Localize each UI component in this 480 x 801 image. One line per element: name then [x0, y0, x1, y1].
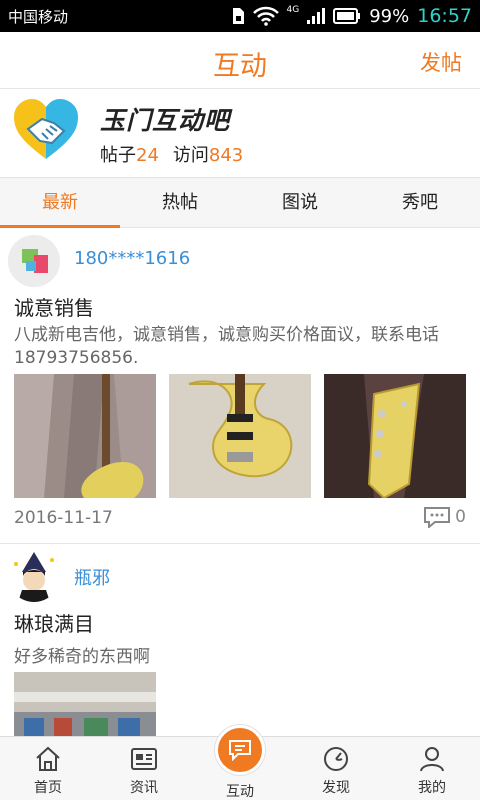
user-avatar[interactable]: [8, 550, 60, 602]
tab-show[interactable]: 秀吧: [360, 178, 480, 227]
username[interactable]: 180****1616: [74, 248, 190, 269]
status-bar: 中国移动 4G 99% 16:57: [0, 0, 480, 32]
sim-icon: [232, 8, 244, 24]
posts-count: 24: [136, 145, 159, 166]
post-image[interactable]: [14, 672, 156, 736]
avatar-logo-icon: [8, 235, 60, 287]
visits-label: 访问: [172, 145, 209, 166]
forum-header[interactable]: 玉门互动吧 帖子24 访问843: [0, 89, 480, 177]
posts-label: 帖子: [100, 145, 136, 166]
post-title[interactable]: 诚意销售: [14, 292, 94, 321]
battery-icon: [333, 8, 361, 24]
post-image[interactable]: [14, 374, 156, 498]
post-body[interactable]: 八成新电吉他，诚意销售，诚意购买价格面议，联系电话18793756856.: [14, 324, 470, 370]
bottom-nav: 首页 资讯 互动 发现 我的: [0, 725, 480, 800]
carrier-name: 中国移动: [8, 7, 69, 26]
post-image[interactable]: [324, 374, 466, 498]
battery-level: 99%: [369, 5, 410, 27]
chat-icon: [229, 740, 251, 761]
post-date: 2016-11-17: [14, 508, 113, 528]
post-title[interactable]: 琳琅满目: [14, 608, 94, 637]
user-icon: [420, 747, 444, 772]
post-item[interactable]: 180****1616 诚意销售 八成新电吉他，诚意销售，诚意购买价格面议，联系…: [0, 228, 480, 544]
network-type: 4G: [286, 5, 300, 15]
user-avatar[interactable]: [8, 235, 60, 287]
nav-discover[interactable]: 发现: [288, 737, 384, 800]
nav-home-label: 首页: [34, 780, 62, 796]
wifi-icon: [252, 6, 279, 26]
feed-tabs: 最新 热帖 图说 秀吧: [0, 177, 480, 228]
tab-latest[interactable]: 最新: [0, 178, 120, 228]
forum-name: 玉门互动吧: [100, 106, 231, 135]
nav-mine-label: 我的: [418, 780, 446, 796]
home-icon: [36, 746, 60, 771]
nav-discover-label: 发现: [322, 780, 350, 796]
username[interactable]: 瓶邪: [74, 564, 110, 590]
comment-icon: [424, 507, 451, 528]
forum-stats: 帖子24 访问843: [100, 141, 243, 167]
wizard-avatar-icon: [8, 550, 60, 602]
compass-icon: [324, 747, 348, 771]
post-item[interactable]: 瓶邪 琳琅满目 好多稀奇的东西啊: [0, 544, 480, 736]
nav-interact[interactable]: 互动: [192, 725, 288, 800]
nav-home[interactable]: 首页: [0, 737, 96, 800]
post-feed[interactable]: 180****1616 诚意销售 八成新电吉他，诚意销售，诚意购买价格面议，联系…: [0, 228, 480, 736]
comment-button[interactable]: 0: [423, 506, 466, 528]
visits-count: 843: [208, 145, 244, 166]
clock: 16:57: [417, 5, 472, 27]
nav-mine[interactable]: 我的: [384, 737, 480, 800]
post-body[interactable]: 好多稀奇的东西啊: [14, 642, 150, 667]
tab-pictures[interactable]: 图说: [240, 178, 360, 227]
title-bar: 互动 发帖: [0, 32, 480, 89]
news-icon: [131, 748, 157, 770]
nav-interact-label: 互动: [226, 784, 254, 800]
page-title: 互动: [213, 51, 267, 82]
signal-icon: [307, 8, 326, 24]
nav-interact-bubble[interactable]: [215, 725, 265, 775]
forum-logo-handshake-icon: [14, 99, 78, 159]
comment-count: 0: [455, 507, 466, 527]
nav-news[interactable]: 资讯: [96, 737, 192, 800]
new-post-button[interactable]: 发帖: [420, 47, 462, 77]
post-image[interactable]: [169, 374, 311, 498]
nav-news-label: 资讯: [130, 780, 158, 796]
tab-hot[interactable]: 热帖: [120, 178, 240, 227]
